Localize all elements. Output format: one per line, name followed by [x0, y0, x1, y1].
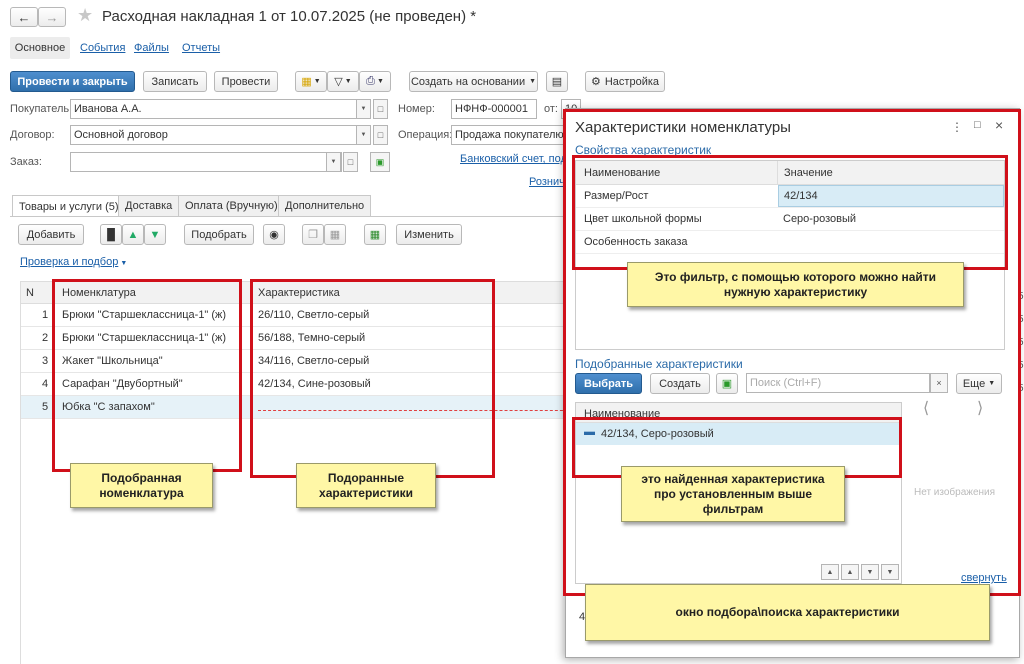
open-icon: □ — [377, 104, 384, 114]
back-button[interactable]: ← — [10, 7, 38, 27]
order-create-button[interactable]: ▣ — [370, 152, 390, 172]
pick-button[interactable]: Подобрать — [184, 224, 254, 245]
buyer-open[interactable]: □ — [373, 99, 388, 119]
move-down-button[interactable]: ▼ — [144, 224, 166, 245]
chevron-down-icon: ▼ — [529, 78, 537, 85]
view-button[interactable]: ◉ — [263, 224, 285, 245]
window-title: Расходная накладная 1 от 10.07.2025 (не … — [102, 8, 477, 25]
print-dropdown-button[interactable]: ⎙ ▼ — [359, 71, 391, 92]
chevron-down-icon: ▼ — [344, 78, 352, 85]
note-characteristics: Подоранные характеристики — [296, 463, 436, 508]
add-row-button[interactable]: Добавить — [18, 224, 84, 245]
row-number: 1 — [42, 309, 49, 321]
copy-icon: ❐ — [308, 229, 318, 241]
change-button[interactable]: Изменить — [396, 224, 462, 245]
arrow-down-icon: ▼ — [149, 228, 161, 241]
table-icon: ▦ — [369, 229, 381, 241]
tab-delivery[interactable]: Доставка — [118, 195, 180, 216]
tab-goods[interactable]: Товары и услуги (5) — [12, 195, 126, 217]
note-nomenclature: Подобранная номенклатура — [70, 463, 213, 508]
operation-field[interactable]: Продажа покупателю — [451, 125, 571, 145]
col-n: N — [26, 287, 34, 299]
structure-button[interactable]: ▤ — [546, 71, 568, 92]
barcode-icon: █ — [107, 228, 115, 241]
table-border-left — [20, 281, 21, 664]
tab-divider — [10, 216, 565, 217]
chevron-down-icon: ▼ — [360, 106, 367, 112]
settings-label: Настройка — [604, 75, 660, 88]
number-label: Номер: — [398, 103, 435, 115]
eye-icon: ◉ — [269, 229, 279, 241]
note-window: окно подбора\поиска характеристики — [585, 584, 990, 641]
chevron-down-icon: ▼ — [376, 78, 384, 85]
note-filter: Это фильтр, с помощью которого можно най… — [627, 262, 964, 307]
nav-tab-files[interactable]: Файлы — [134, 42, 169, 54]
document-icon: ▦ — [301, 76, 312, 88]
retail-link[interactable]: Рознич — [529, 176, 565, 188]
contract-label: Договор: — [10, 129, 55, 141]
paste-button[interactable]: ▦ — [324, 224, 346, 245]
annotation-box-nomenclature — [52, 279, 242, 472]
filter-icon: ▽ — [334, 76, 343, 88]
arrow-left-icon: ← — [17, 9, 31, 25]
order-open[interactable]: □ — [343, 152, 358, 172]
check-and-pick-label: Проверка и подбор — [20, 256, 119, 268]
chevron-down-icon: ▼ — [360, 132, 367, 138]
contract-field[interactable]: Основной договор — [70, 125, 362, 145]
number-field[interactable]: НФНФ-000001 — [451, 99, 537, 119]
row-number: 4 — [42, 378, 49, 390]
forward-button[interactable]: → — [38, 7, 66, 27]
create-based-on-button[interactable]: Создать на основании ▼ — [409, 71, 538, 92]
annotation-box-characteristics — [250, 279, 495, 478]
structure-icon: ▤ — [551, 76, 563, 88]
operation-label: Операция: — [398, 129, 453, 141]
tab-additional[interactable]: Дополнительно — [278, 195, 372, 216]
nav-tab-reports[interactable]: Отчеты — [182, 42, 220, 54]
bank-account-link[interactable]: Банковский счет, под — [460, 153, 567, 165]
arrow-up-icon: ▲ — [127, 228, 139, 241]
contract-dropdown[interactable]: ▼ — [356, 125, 371, 145]
row-number: 5 — [42, 401, 49, 413]
post-and-close-button[interactable]: Провести и закрыть — [10, 71, 135, 92]
attach-dropdown-button[interactable]: ▦ ▼ — [295, 71, 327, 92]
order-field[interactable] — [70, 152, 342, 172]
check-and-pick-link[interactable]: Проверка и подбор ▼ — [20, 256, 127, 268]
open-icon: □ — [377, 130, 384, 140]
fill-button[interactable]: ▦ — [364, 224, 386, 245]
open-icon: □ — [347, 157, 354, 167]
post-button[interactable]: Провести — [214, 71, 278, 92]
favorite-star-icon[interactable]: ★ — [77, 5, 93, 26]
date-label: от: — [544, 103, 558, 115]
filter-dropdown-button[interactable]: ▽ ▼ — [327, 71, 359, 92]
move-up-button[interactable]: ▲ — [122, 224, 144, 245]
save-button[interactable]: Записать — [143, 71, 207, 92]
annotation-box-dialog — [563, 109, 1021, 596]
chevron-down-icon: ▼ — [120, 260, 128, 267]
nav-tab-main[interactable]: Основное — [10, 37, 70, 59]
create-based-on-label: Создать на основании — [410, 75, 526, 88]
order-label: Заказ: — [10, 156, 42, 168]
copy-button[interactable]: ❐ — [302, 224, 324, 245]
gear-icon: ⚙ — [590, 76, 601, 88]
contract-open[interactable]: □ — [373, 125, 388, 145]
buyer-dropdown[interactable]: ▼ — [356, 99, 371, 119]
paste-icon: ▦ — [329, 229, 341, 241]
printer-icon: ⎙ — [366, 75, 375, 87]
chevron-down-icon: ▼ — [313, 78, 321, 85]
row-number: 3 — [42, 355, 49, 367]
note-found: это найденная характеристика про установ… — [621, 466, 845, 522]
add-document-icon: ▣ — [375, 156, 385, 167]
order-dropdown[interactable]: ▼ — [326, 152, 341, 172]
arrow-right-icon: → — [45, 9, 59, 25]
buyer-field[interactable]: Иванова А.А. — [70, 99, 362, 119]
barcode-button[interactable]: █ — [100, 224, 122, 245]
tab-payment[interactable]: Оплата (Вручную) — [178, 195, 285, 216]
nav-tab-events[interactable]: События — [80, 42, 125, 54]
row-number: 2 — [42, 332, 49, 344]
settings-button[interactable]: ⚙ Настройка — [585, 71, 665, 92]
buyer-label: Покупатель: — [10, 103, 73, 115]
chevron-down-icon: ▼ — [330, 159, 337, 165]
